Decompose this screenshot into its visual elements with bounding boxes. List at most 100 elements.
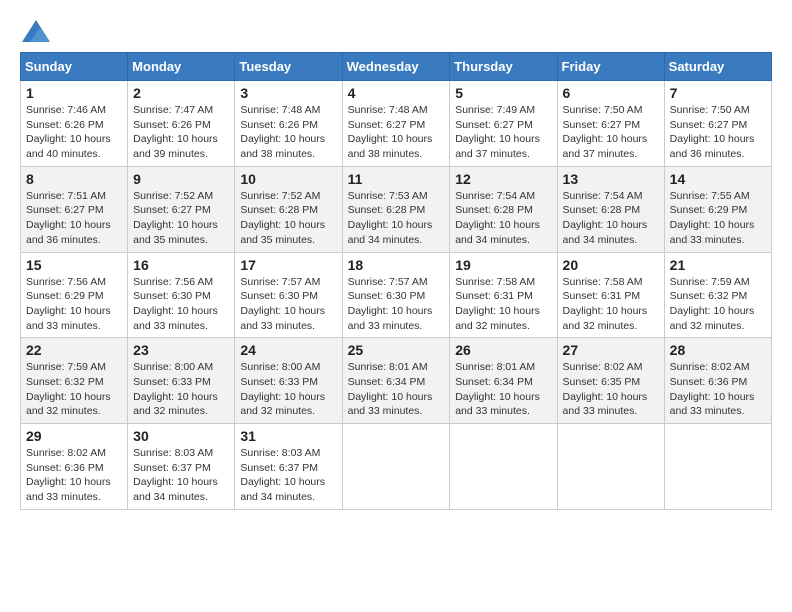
day-number: 25	[348, 342, 445, 358]
daylight-label: Daylight: 10 hours and 33 minutes.	[563, 391, 648, 418]
calendar-cell: 1 Sunrise: 7:46 AM Sunset: 6:26 PM Dayli…	[21, 81, 128, 167]
day-number: 24	[240, 342, 336, 358]
calendar-cell	[342, 424, 450, 510]
sunrise-label: Sunrise: 7:57 AM	[240, 276, 320, 288]
day-number: 13	[563, 171, 659, 187]
calendar-cell: 26 Sunrise: 8:01 AM Sunset: 6:34 PM Dayl…	[450, 338, 557, 424]
calendar-cell: 23 Sunrise: 8:00 AM Sunset: 6:33 PM Dayl…	[128, 338, 235, 424]
day-info: Sunrise: 8:01 AM Sunset: 6:34 PM Dayligh…	[348, 360, 445, 419]
sunrise-label: Sunrise: 7:46 AM	[26, 104, 106, 116]
day-number: 20	[563, 257, 659, 273]
calendar-table: SundayMondayTuesdayWednesdayThursdayFrid…	[20, 52, 772, 510]
sunset-label: Sunset: 6:28 PM	[240, 204, 318, 216]
sunset-label: Sunset: 6:32 PM	[26, 376, 104, 388]
logo	[20, 20, 50, 42]
sunrise-label: Sunrise: 7:50 AM	[563, 104, 643, 116]
sunrise-label: Sunrise: 7:59 AM	[670, 276, 750, 288]
daylight-label: Daylight: 10 hours and 32 minutes.	[563, 305, 648, 332]
day-info: Sunrise: 7:50 AM Sunset: 6:27 PM Dayligh…	[670, 103, 766, 162]
sunrise-label: Sunrise: 7:55 AM	[670, 190, 750, 202]
sunset-label: Sunset: 6:37 PM	[133, 462, 211, 474]
daylight-label: Daylight: 10 hours and 32 minutes.	[133, 391, 218, 418]
daylight-label: Daylight: 10 hours and 34 minutes.	[133, 476, 218, 503]
sunrise-label: Sunrise: 7:48 AM	[348, 104, 428, 116]
day-number: 26	[455, 342, 551, 358]
sunrise-label: Sunrise: 7:56 AM	[133, 276, 213, 288]
sunset-label: Sunset: 6:30 PM	[348, 290, 426, 302]
sunrise-label: Sunrise: 7:57 AM	[348, 276, 428, 288]
day-number: 19	[455, 257, 551, 273]
day-info: Sunrise: 7:48 AM Sunset: 6:26 PM Dayligh…	[240, 103, 336, 162]
sunset-label: Sunset: 6:29 PM	[26, 290, 104, 302]
weekday-header: Friday	[557, 53, 664, 81]
calendar-week-row: 22 Sunrise: 7:59 AM Sunset: 6:32 PM Dayl…	[21, 338, 772, 424]
sunset-label: Sunset: 6:26 PM	[133, 119, 211, 131]
calendar-cell: 6 Sunrise: 7:50 AM Sunset: 6:27 PM Dayli…	[557, 81, 664, 167]
day-info: Sunrise: 7:46 AM Sunset: 6:26 PM Dayligh…	[26, 103, 122, 162]
day-number: 8	[26, 171, 122, 187]
day-number: 15	[26, 257, 122, 273]
calendar-week-row: 15 Sunrise: 7:56 AM Sunset: 6:29 PM Dayl…	[21, 252, 772, 338]
calendar-cell: 18 Sunrise: 7:57 AM Sunset: 6:30 PM Dayl…	[342, 252, 450, 338]
sunset-label: Sunset: 6:32 PM	[670, 290, 748, 302]
day-number: 29	[26, 428, 122, 444]
daylight-label: Daylight: 10 hours and 34 minutes.	[240, 476, 325, 503]
calendar-cell: 4 Sunrise: 7:48 AM Sunset: 6:27 PM Dayli…	[342, 81, 450, 167]
day-number: 11	[348, 171, 445, 187]
daylight-label: Daylight: 10 hours and 36 minutes.	[670, 133, 755, 160]
day-info: Sunrise: 7:52 AM Sunset: 6:27 PM Dayligh…	[133, 189, 229, 248]
sunset-label: Sunset: 6:29 PM	[670, 204, 748, 216]
sunrise-label: Sunrise: 7:54 AM	[455, 190, 535, 202]
sunrise-label: Sunrise: 7:52 AM	[133, 190, 213, 202]
sunrise-label: Sunrise: 8:03 AM	[240, 447, 320, 459]
day-info: Sunrise: 7:47 AM Sunset: 6:26 PM Dayligh…	[133, 103, 229, 162]
day-info: Sunrise: 8:01 AM Sunset: 6:34 PM Dayligh…	[455, 360, 551, 419]
sunrise-label: Sunrise: 7:54 AM	[563, 190, 643, 202]
sunset-label: Sunset: 6:27 PM	[563, 119, 641, 131]
daylight-label: Daylight: 10 hours and 36 minutes.	[26, 219, 111, 246]
day-info: Sunrise: 7:56 AM Sunset: 6:30 PM Dayligh…	[133, 275, 229, 334]
sunrise-label: Sunrise: 7:49 AM	[455, 104, 535, 116]
sunrise-label: Sunrise: 8:01 AM	[455, 361, 535, 373]
weekday-header: Tuesday	[235, 53, 342, 81]
day-number: 16	[133, 257, 229, 273]
calendar-cell: 19 Sunrise: 7:58 AM Sunset: 6:31 PM Dayl…	[450, 252, 557, 338]
day-info: Sunrise: 7:53 AM Sunset: 6:28 PM Dayligh…	[348, 189, 445, 248]
sunrise-label: Sunrise: 7:50 AM	[670, 104, 750, 116]
day-number: 31	[240, 428, 336, 444]
day-info: Sunrise: 7:51 AM Sunset: 6:27 PM Dayligh…	[26, 189, 122, 248]
calendar-week-row: 29 Sunrise: 8:02 AM Sunset: 6:36 PM Dayl…	[21, 424, 772, 510]
sunrise-label: Sunrise: 7:56 AM	[26, 276, 106, 288]
daylight-label: Daylight: 10 hours and 33 minutes.	[26, 476, 111, 503]
calendar-cell: 17 Sunrise: 7:57 AM Sunset: 6:30 PM Dayl…	[235, 252, 342, 338]
calendar-cell: 25 Sunrise: 8:01 AM Sunset: 6:34 PM Dayl…	[342, 338, 450, 424]
day-info: Sunrise: 7:52 AM Sunset: 6:28 PM Dayligh…	[240, 189, 336, 248]
sunset-label: Sunset: 6:26 PM	[26, 119, 104, 131]
sunset-label: Sunset: 6:36 PM	[670, 376, 748, 388]
daylight-label: Daylight: 10 hours and 34 minutes.	[455, 219, 540, 246]
calendar-cell: 7 Sunrise: 7:50 AM Sunset: 6:27 PM Dayli…	[664, 81, 771, 167]
daylight-label: Daylight: 10 hours and 33 minutes.	[455, 391, 540, 418]
day-number: 21	[670, 257, 766, 273]
day-info: Sunrise: 7:56 AM Sunset: 6:29 PM Dayligh…	[26, 275, 122, 334]
calendar-cell: 29 Sunrise: 8:02 AM Sunset: 6:36 PM Dayl…	[21, 424, 128, 510]
day-number: 4	[348, 85, 445, 101]
daylight-label: Daylight: 10 hours and 35 minutes.	[133, 219, 218, 246]
calendar-cell: 10 Sunrise: 7:52 AM Sunset: 6:28 PM Dayl…	[235, 166, 342, 252]
day-info: Sunrise: 7:59 AM Sunset: 6:32 PM Dayligh…	[26, 360, 122, 419]
day-info: Sunrise: 7:55 AM Sunset: 6:29 PM Dayligh…	[670, 189, 766, 248]
calendar-cell	[664, 424, 771, 510]
calendar-cell: 27 Sunrise: 8:02 AM Sunset: 6:35 PM Dayl…	[557, 338, 664, 424]
daylight-label: Daylight: 10 hours and 32 minutes.	[670, 305, 755, 332]
weekday-header: Thursday	[450, 53, 557, 81]
day-number: 28	[670, 342, 766, 358]
day-info: Sunrise: 8:02 AM Sunset: 6:36 PM Dayligh…	[26, 446, 122, 505]
sunset-label: Sunset: 6:31 PM	[455, 290, 533, 302]
sunset-label: Sunset: 6:27 PM	[455, 119, 533, 131]
day-number: 27	[563, 342, 659, 358]
sunset-label: Sunset: 6:30 PM	[133, 290, 211, 302]
day-info: Sunrise: 7:48 AM Sunset: 6:27 PM Dayligh…	[348, 103, 445, 162]
sunrise-label: Sunrise: 8:03 AM	[133, 447, 213, 459]
calendar-week-row: 1 Sunrise: 7:46 AM Sunset: 6:26 PM Dayli…	[21, 81, 772, 167]
sunrise-label: Sunrise: 8:00 AM	[240, 361, 320, 373]
